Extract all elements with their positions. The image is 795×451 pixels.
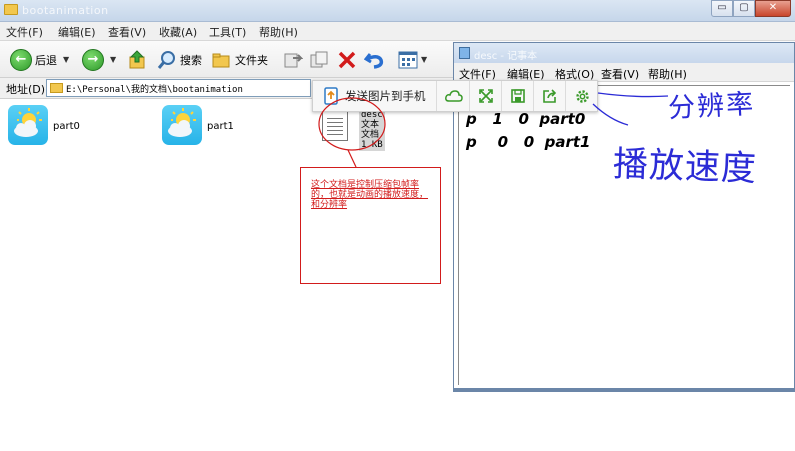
notepad-text-area[interactable]: p 1 0 part0 p 0 0 part1	[458, 85, 790, 385]
search-icon	[157, 50, 175, 69]
share-icon	[542, 89, 556, 103]
up-folder-button[interactable]	[128, 41, 148, 78]
forward-dropdown-icon[interactable]: ▼	[110, 55, 116, 64]
file-size: 1 KB	[361, 140, 383, 150]
minimize-button[interactable]: ▭	[711, 0, 733, 17]
move-to-button[interactable]	[283, 41, 303, 78]
folders-label: 文件夹	[235, 53, 268, 67]
copy-to-button[interactable]	[309, 41, 329, 78]
back-arrow-icon: ←	[10, 48, 32, 71]
annotation-box: 这个文档是控制压缩包帧率的，也就是动画的播放速度，和分辨率	[300, 167, 441, 284]
delete-x-icon	[338, 51, 356, 68]
move-to-icon	[284, 53, 303, 67]
folder-icon	[4, 4, 18, 15]
menu-view[interactable]: 查看(V)	[108, 24, 146, 40]
views-icon	[398, 51, 418, 68]
address-path: E:\Personal\我的文档\bootanimation	[66, 85, 243, 95]
address-input[interactable]: E:\Personal\我的文档\bootanimation	[46, 79, 311, 97]
np-menu-help[interactable]: 帮助(H)	[648, 66, 687, 82]
menu-tools[interactable]: 工具(T)	[209, 24, 246, 40]
cloud-icon	[444, 90, 463, 102]
expand-icon	[478, 89, 493, 103]
settings-button[interactable]	[566, 81, 598, 111]
close-button[interactable]: ✕	[755, 0, 791, 17]
search-button[interactable]: 搜索	[157, 41, 202, 78]
file-name: part1	[207, 121, 234, 132]
menu-favorites[interactable]: 收藏(A)	[159, 24, 197, 40]
annotation-text: 这个文档是控制压缩包帧率的，也就是动画的播放速度，和分辨率	[311, 180, 429, 210]
menu-file[interactable]: 文件(F)	[6, 24, 43, 40]
folders-icon	[212, 53, 230, 67]
search-label: 搜索	[180, 53, 202, 67]
weather-app-icon	[162, 105, 202, 145]
back-dropdown-icon[interactable]: ▼	[63, 55, 69, 64]
weather-app-icon	[8, 105, 48, 145]
settings-icon	[575, 89, 589, 103]
delete-button[interactable]	[337, 41, 357, 78]
back-button[interactable]: ← 后退 ▼	[10, 41, 69, 78]
menu-help[interactable]: 帮助(H)	[259, 24, 298, 40]
folders-button[interactable]: 文件夹	[212, 41, 268, 78]
address-label: 地址(D)	[6, 83, 46, 96]
up-folder-icon	[129, 49, 145, 68]
phone-send-icon	[324, 87, 338, 105]
back-label: 后退	[35, 53, 57, 67]
forward-arrow-icon: →	[82, 48, 104, 71]
share-button[interactable]	[534, 81, 566, 111]
notepad-title: desc - 记事本	[474, 51, 538, 62]
views-button[interactable]: ▼	[398, 41, 427, 78]
text-line: p 1 0 part0	[466, 110, 586, 128]
notepad-bottom-border	[454, 388, 794, 391]
notepad-titlebar: desc - 记事本	[454, 43, 794, 63]
file-details: desc 文本文档 1 KB	[359, 109, 385, 151]
file-name: part0	[53, 121, 80, 132]
save-button[interactable]	[502, 81, 534, 111]
file-type: 文本文档	[361, 120, 380, 140]
share-toolbar: 发送图片到手机	[312, 80, 598, 112]
undo-icon	[364, 52, 384, 69]
send-to-phone-label: 发送图片到手机	[345, 89, 426, 103]
fullscreen-button[interactable]	[470, 81, 502, 111]
notepad-icon	[459, 47, 470, 59]
folder-icon	[50, 83, 63, 93]
window-title: bootanimation	[22, 4, 109, 17]
copy-to-icon	[310, 51, 328, 67]
views-dropdown-icon[interactable]: ▼	[421, 55, 427, 64]
menu-edit[interactable]: 编辑(E)	[58, 24, 96, 40]
save-icon	[510, 89, 525, 103]
text-line: p 0 0 part1	[466, 133, 591, 151]
handwriting-speed: 播放速度	[612, 144, 758, 190]
cloud-button[interactable]	[438, 81, 470, 111]
explorer-menubar: 文件(F) 编辑(E) 查看(V) 收藏(A) 工具(T) 帮助(H)	[0, 22, 795, 61]
handwriting-resolution: 分辨率	[667, 88, 756, 125]
send-to-phone-button[interactable]: 发送图片到手机	[313, 81, 437, 111]
np-menu-view[interactable]: 查看(V)	[601, 66, 639, 82]
explorer-titlebar: bootanimation ▭ ▢ ✕	[0, 0, 795, 22]
text-document-icon	[322, 109, 348, 141]
forward-button[interactable]: → ▼	[82, 41, 116, 78]
undo-button[interactable]	[364, 41, 386, 78]
maximize-button[interactable]: ▢	[733, 0, 755, 17]
